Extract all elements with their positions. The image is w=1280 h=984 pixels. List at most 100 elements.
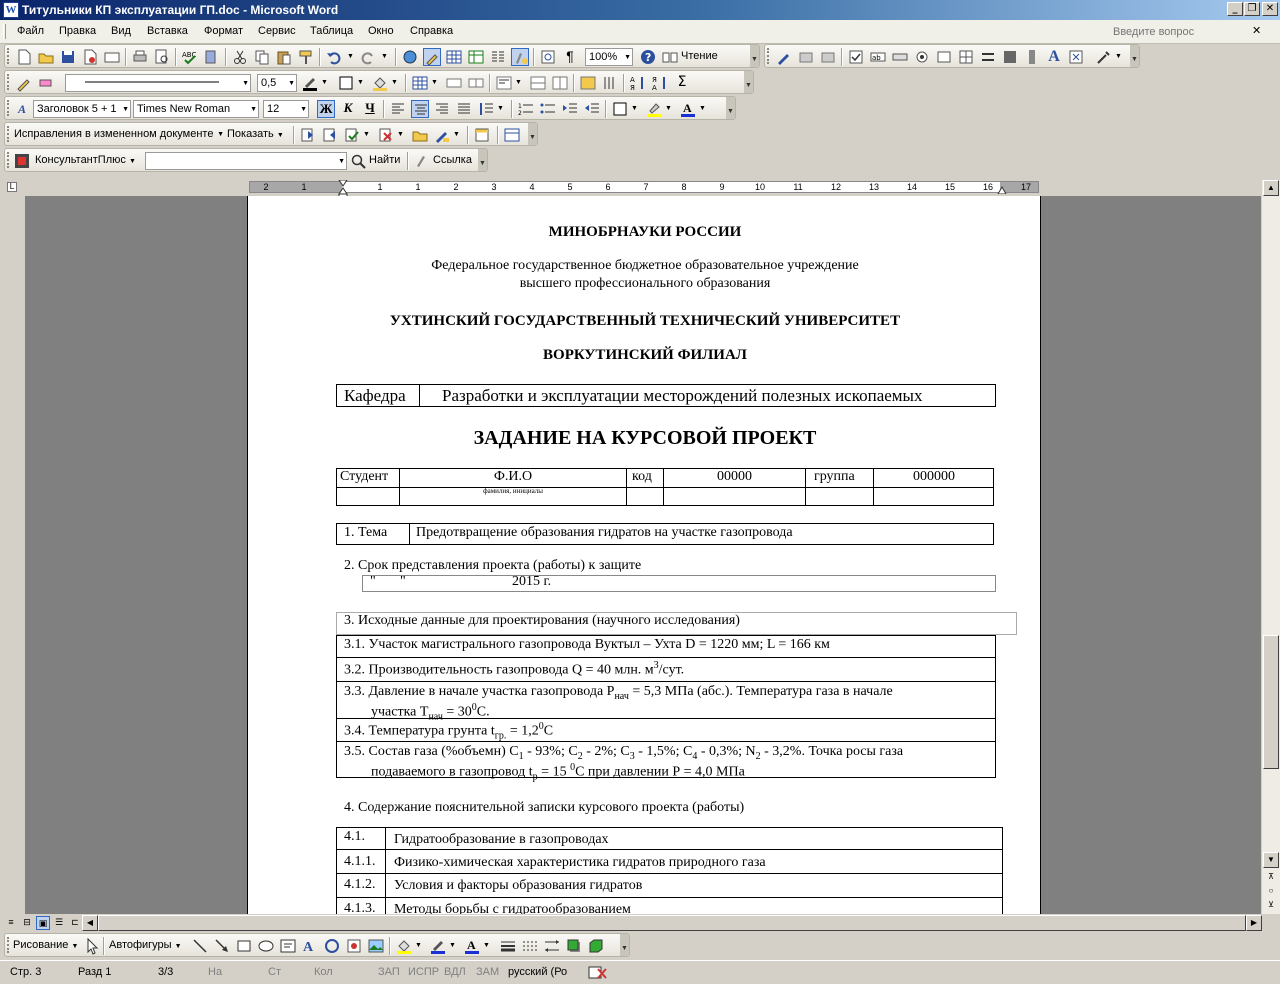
chevron-down-icon[interactable]: ▼ — [453, 126, 463, 144]
toolbar-options-icon[interactable]: ▼ — [744, 71, 753, 93]
menu-table[interactable]: Таблица — [310, 25, 353, 37]
research-icon[interactable] — [203, 48, 221, 66]
consultant-search-input[interactable]: ▼ — [145, 152, 347, 170]
chevron-down-icon[interactable]: ▼ — [631, 100, 641, 118]
insert-table-icon[interactable] — [411, 74, 429, 92]
styles-pane-icon[interactable]: A — [13, 100, 31, 118]
normal-view-icon[interactable]: ≡ — [4, 916, 18, 930]
tab-selector-icon[interactable]: L — [7, 182, 17, 192]
chevron-down-icon[interactable]: ▼ — [699, 100, 709, 118]
italic-button[interactable]: К — [339, 100, 357, 118]
track-changes-icon[interactable] — [433, 126, 451, 144]
spelling-status-icon[interactable] — [586, 965, 610, 981]
autosum-icon[interactable]: Σ — [673, 74, 691, 92]
text-field-icon[interactable]: ab — [869, 48, 887, 66]
chevron-down-icon[interactable]: ▼ — [363, 126, 373, 144]
line-spacing-icon[interactable] — [477, 100, 495, 118]
chevron-down-icon[interactable]: ▼ — [397, 126, 407, 144]
chevron-down-icon[interactable]: ▼ — [321, 74, 331, 92]
insert-wordart-icon[interactable]: A — [301, 937, 319, 955]
toolbar-options-icon[interactable]: ▼ — [478, 149, 487, 171]
underline-button[interactable]: Ч — [361, 100, 379, 118]
chevron-down-icon[interactable]: ▼ — [1115, 48, 1125, 66]
restore-button[interactable]: ❐ — [1244, 2, 1260, 16]
new-comment-icon[interactable] — [411, 126, 429, 144]
select-objects-icon[interactable] — [83, 937, 101, 955]
redo-icon[interactable] — [359, 48, 377, 66]
3d-style-icon[interactable] — [587, 937, 605, 955]
shadow-style-icon[interactable] — [565, 937, 583, 955]
drawing-toggle-icon[interactable] — [511, 48, 529, 66]
text-direction-icon[interactable] — [601, 74, 619, 92]
tools-icon[interactable] — [1095, 48, 1113, 66]
forms-icon-9[interactable] — [957, 48, 975, 66]
insert-diagram-icon[interactable] — [323, 937, 341, 955]
ruler-track[interactable]: 2 1 1 1 2 3 4 5 6 7 8 9 10 11 12 13 14 1… — [249, 181, 1039, 193]
menu-view[interactable]: Вид — [111, 25, 131, 37]
line-weight-select[interactable]: 0,5 ▼ — [257, 74, 297, 92]
find-button[interactable]: Найти — [369, 154, 400, 166]
outside-border-icon[interactable] — [337, 74, 355, 92]
permission-icon[interactable] — [81, 48, 99, 66]
minimize-button[interactable]: _ — [1227, 2, 1243, 16]
outline-view-icon[interactable]: ☰ — [52, 916, 66, 930]
scroll-left-icon[interactable]: ◀ — [82, 915, 98, 931]
read-mode-button[interactable]: Чтение — [681, 50, 718, 62]
help-icon[interactable]: ? — [639, 48, 657, 66]
vertical-scrollbar[interactable]: ▲ ▼ ⊼ ○ ⊻ — [1262, 180, 1280, 916]
align-right-icon[interactable] — [433, 100, 451, 118]
paste-icon[interactable] — [275, 48, 293, 66]
distribute-rows-icon[interactable] — [529, 74, 547, 92]
draw-menu-button[interactable]: Рисование ▼ — [13, 939, 78, 951]
menu-format[interactable]: Формат — [204, 25, 243, 37]
menu-insert[interactable]: Вставка — [147, 25, 188, 37]
eraser-icon[interactable] — [37, 74, 55, 92]
oval-icon[interactable] — [257, 937, 275, 955]
horizontal-scrollbar[interactable] — [98, 915, 1262, 931]
link-icon[interactable] — [413, 152, 431, 170]
chevron-down-icon[interactable]: ▼ — [497, 100, 507, 118]
document-map-icon[interactable] — [539, 48, 557, 66]
columns-icon[interactable] — [489, 48, 507, 66]
horizontal-ruler[interactable]: L 2 1 1 1 2 3 4 5 6 7 8 9 10 11 12 13 14… — [0, 180, 1280, 194]
bold-button[interactable]: Ж — [317, 100, 335, 118]
increase-indent-icon[interactable] — [583, 100, 601, 118]
consultant-menu[interactable]: КонсультантПлюс ▼ — [35, 154, 136, 166]
wordart-icon[interactable]: A — [1045, 48, 1063, 66]
print-layout-icon[interactable]: ▣ — [36, 916, 50, 930]
menu-grip[interactable] — [3, 24, 6, 39]
split-cells-icon[interactable] — [467, 74, 485, 92]
insert-picture-icon[interactable] — [367, 937, 385, 955]
insert-clipart-icon[interactable] — [345, 937, 363, 955]
forms-icon-2[interactable] — [797, 48, 815, 66]
new-document-icon[interactable] — [15, 48, 33, 66]
toolbar-options-icon[interactable]: ▼ — [528, 123, 537, 145]
format-painter-icon[interactable] — [297, 48, 315, 66]
show-markup-button[interactable]: Показать ▼ — [227, 128, 284, 140]
status-overtype[interactable]: ЗАМ — [476, 966, 499, 978]
close-document-icon[interactable]: ✕ — [1252, 24, 1261, 37]
font-select[interactable]: Times New Roman ▼ — [133, 100, 259, 118]
insert-table-icon[interactable] — [445, 48, 463, 66]
fill-color-icon[interactable] — [395, 937, 413, 955]
insert-excel-icon[interactable] — [467, 48, 485, 66]
toolbar-options-icon[interactable]: ▼ — [620, 934, 629, 956]
rectangle-icon[interactable] — [235, 937, 253, 955]
shading-color-icon[interactable] — [371, 74, 389, 92]
forms-icon-11[interactable] — [1001, 48, 1019, 66]
align-left-icon[interactable] — [389, 100, 407, 118]
toolbar-options-icon[interactable]: ▼ — [750, 45, 759, 67]
line-color-icon[interactable] — [429, 937, 447, 955]
chevron-down-icon[interactable]: ▼ — [665, 100, 675, 118]
right-indent-marker-icon[interactable] — [997, 182, 1007, 194]
checkbox-field-icon[interactable] — [847, 48, 865, 66]
web-view-icon[interactable]: ⊟ — [20, 916, 34, 930]
menu-help[interactable]: Справка — [410, 25, 453, 37]
bullets-icon[interactable] — [539, 100, 557, 118]
font-color-icon[interactable]: A — [463, 937, 481, 955]
status-extend[interactable]: ВДЛ — [444, 966, 466, 978]
menu-file[interactable]: Файл — [17, 25, 44, 37]
pen-icon[interactable] — [775, 48, 793, 66]
document-page[interactable]: МИНОБРНАУКИ РОССИИ Федеральное государст… — [247, 196, 1041, 916]
dash-style-icon[interactable] — [521, 937, 539, 955]
